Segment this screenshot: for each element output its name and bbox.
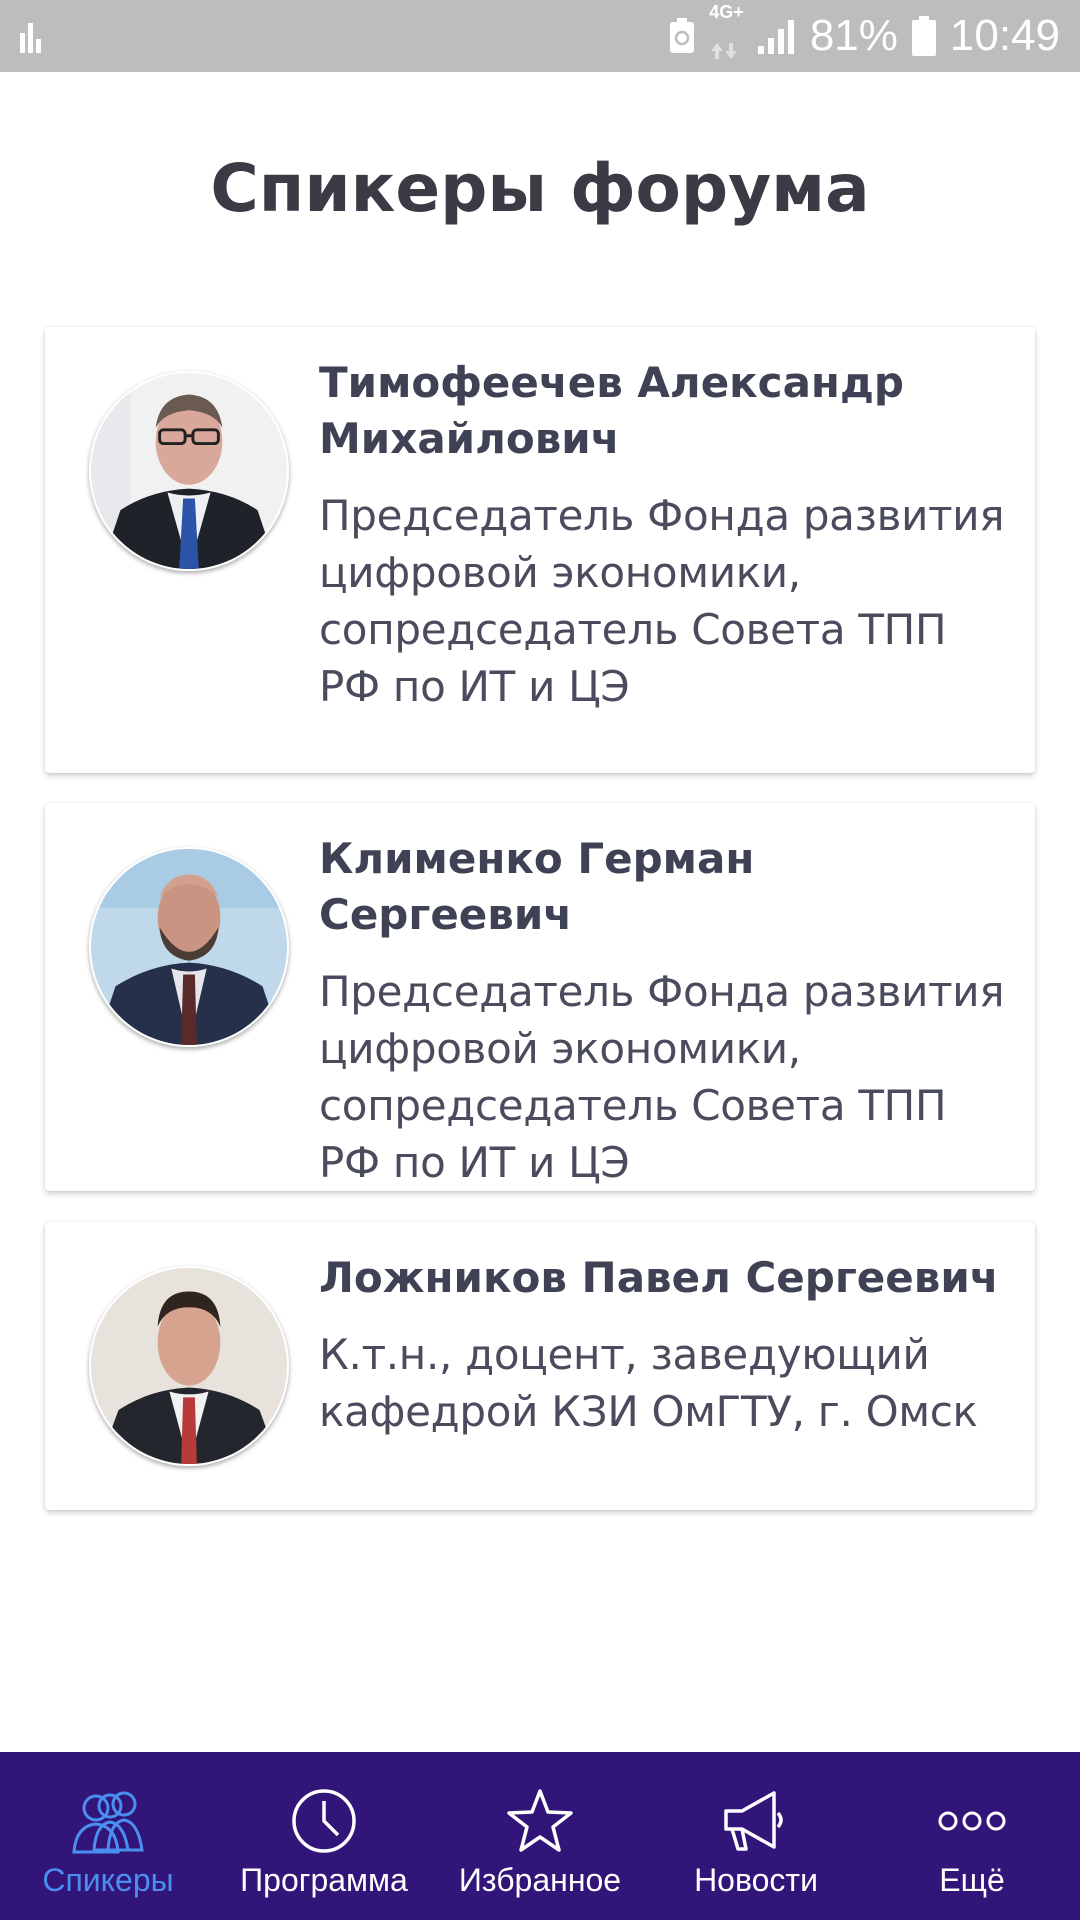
network-type: 4G+ [709,2,744,22]
clock: 10:49 [949,11,1060,60]
speaker-description: Председатель Фонда развития цифровой эко… [319,967,1005,1187]
signal-icon [757,18,796,54]
speaker-description: К.т.н., доцент, заведующий кафедрой КЗИ … [319,1330,978,1436]
speaker-avatar [89,847,289,1047]
more-icon [938,1786,1006,1856]
speaker-name: Тимофеечев Александр Михайлович [319,358,904,463]
speaker-name: Клименко Герман Сергеевич [319,834,755,939]
battery-percent: 81% [809,11,898,60]
stats-icon [20,19,46,53]
nav-label: Программа [240,1862,408,1898]
bottom-nav: Спикеры Программа Избранное Новости Ещё [0,1752,1080,1920]
nav-label: Новости [694,1862,818,1898]
nav-item-favorites[interactable]: Избранное [432,1752,648,1920]
speaker-card[interactable]: Ложников Павел Сергеевич К.т.н., доцент,… [45,1222,1035,1510]
speaker-name: Ложников Павел Сергеевич [319,1253,999,1302]
network-arrows-icon: 4G+ [709,3,744,69]
battery-saver-icon [669,18,695,54]
speaker-description: Председатель Фонда развития цифровой эко… [319,491,1005,711]
nav-label: Ещё [939,1862,1005,1898]
speaker-avatar [89,1266,289,1466]
megaphone-icon [722,1786,790,1856]
nav-label: Спикеры [42,1862,174,1898]
nav-item-more[interactable]: Ещё [864,1752,1080,1920]
nav-item-program[interactable]: Программа [216,1752,432,1920]
battery-icon [911,16,936,56]
speaker-card[interactable]: Клименко Герман Сергеевич Председатель Ф… [45,803,1035,1191]
nav-item-speakers[interactable]: Спикеры [0,1752,216,1920]
nav-label: Избранное [458,1862,622,1898]
people-icon [66,1786,150,1856]
nav-item-news[interactable]: Новости [648,1752,864,1920]
status-bar: 4G+ 81% 10:49 [0,0,1080,72]
speaker-avatar [89,371,289,571]
speaker-card[interactable]: Тимофеечев Александр Михайлович Председа… [45,327,1035,773]
clock-icon [290,1786,358,1856]
page-title: Спикеры форума [210,150,870,227]
star-icon [506,1786,574,1856]
